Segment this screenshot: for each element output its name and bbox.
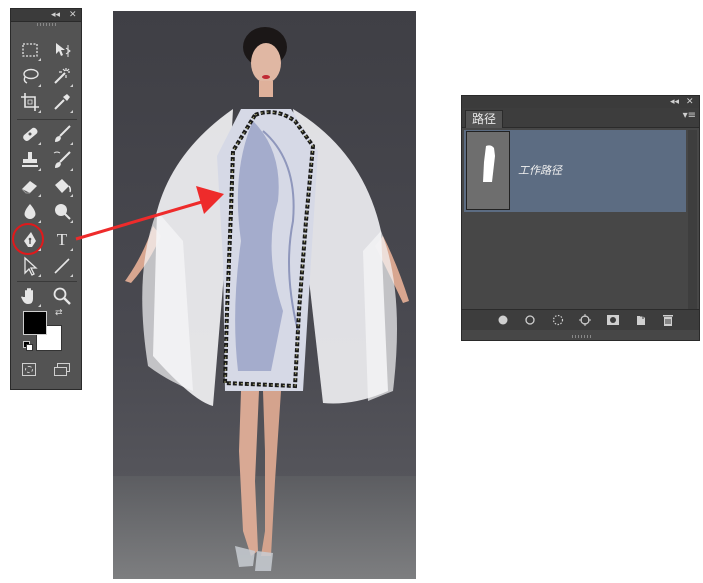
blur-tool[interactable] xyxy=(19,201,41,223)
screen-mode-icon[interactable] xyxy=(54,363,70,376)
lasso-tool[interactable] xyxy=(19,65,41,87)
fill-path-button[interactable] xyxy=(496,313,510,327)
spot-healing-tool[interactable] xyxy=(19,123,41,145)
panel-grip[interactable] xyxy=(572,335,592,338)
clone-stamp-tool[interactable] xyxy=(19,149,41,171)
path-thumbnail xyxy=(466,131,510,210)
paths-panel-tabs: 路径 ▾≡ xyxy=(462,108,699,128)
tab-paths[interactable]: 路径 xyxy=(465,110,504,128)
hand-tool[interactable] xyxy=(19,285,41,307)
close-icon[interactable]: ✕ xyxy=(686,96,694,108)
panel-grip[interactable] xyxy=(37,23,57,26)
collapse-icon[interactable]: ◂◂ xyxy=(670,96,679,108)
brush-tool[interactable] xyxy=(51,123,73,145)
delete-path-button[interactable] xyxy=(661,313,675,327)
add-mask-icon xyxy=(607,315,619,325)
paths-panel-titlebar: ◂◂ ✕ xyxy=(462,96,699,108)
path-row-work-path[interactable]: 工作路径 xyxy=(464,130,686,212)
tools-panel-titlebar: ◂◂ ✕ xyxy=(11,9,81,22)
new-path-button[interactable] xyxy=(634,313,648,327)
make-work-path-icon xyxy=(579,314,591,326)
type-tool[interactable]: T xyxy=(51,229,73,251)
swap-colors-icon[interactable]: ⇄ xyxy=(55,309,63,318)
paths-panel: ◂◂ ✕ 路径 ▾≡ 工作路径 xyxy=(461,95,700,341)
eyedropper-tool[interactable] xyxy=(51,91,73,113)
zoom-tool[interactable] xyxy=(51,285,73,307)
paths-scrollbar[interactable] xyxy=(688,130,697,310)
zoom-icon xyxy=(53,287,71,305)
move-tool[interactable] xyxy=(51,39,73,61)
panel-menu-icon[interactable]: ▾≡ xyxy=(683,111,696,121)
make-work-path-button[interactable] xyxy=(578,313,592,327)
path-thumbnail-shape-icon xyxy=(483,145,495,182)
default-colors-icon[interactable] xyxy=(23,341,33,351)
new-path-icon xyxy=(637,315,645,325)
path-selection-tool[interactable] xyxy=(19,255,41,277)
foreground-color-swatch[interactable] xyxy=(23,311,47,335)
document-canvas[interactable] xyxy=(113,11,416,579)
add-mask-button[interactable] xyxy=(606,313,620,327)
collapse-icon[interactable]: ◂◂ xyxy=(51,9,60,21)
load-selection-button[interactable] xyxy=(551,313,565,327)
eraser-tool[interactable] xyxy=(19,175,41,197)
delete-path-icon xyxy=(663,315,673,326)
paint-bucket-tool[interactable] xyxy=(51,175,73,197)
pen-tool[interactable] xyxy=(19,229,41,251)
load-selection-icon xyxy=(552,314,564,326)
dodge-tool[interactable] xyxy=(51,201,73,223)
stroke-path-button[interactable] xyxy=(523,313,537,327)
move-icon xyxy=(56,43,71,57)
history-brush-tool[interactable] xyxy=(51,149,73,171)
magic-wand-tool[interactable] xyxy=(51,65,73,87)
fill-path-icon xyxy=(498,315,508,325)
quick-mask-icon[interactable] xyxy=(22,363,36,376)
paths-panel-toolbar xyxy=(462,309,699,330)
stroke-path-icon xyxy=(525,315,535,325)
crop-tool[interactable] xyxy=(19,91,41,113)
tools-panel: ◂◂ ✕ T ⇄ xyxy=(10,8,82,390)
model-photo xyxy=(113,27,416,579)
path-name-label: 工作路径 xyxy=(518,164,562,177)
close-icon[interactable]: ✕ xyxy=(69,9,77,21)
line-tool[interactable] xyxy=(51,255,73,277)
rectangular-marquee-tool[interactable] xyxy=(19,39,41,61)
